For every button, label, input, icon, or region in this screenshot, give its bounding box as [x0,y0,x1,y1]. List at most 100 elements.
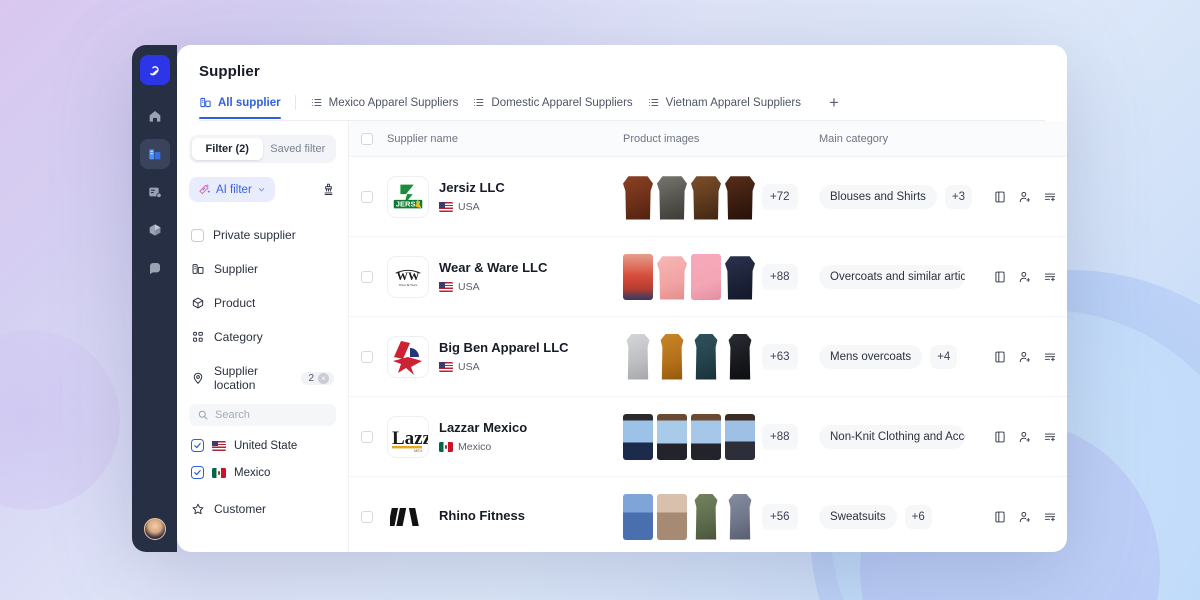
product-thumbnail[interactable] [691,254,721,300]
panel-icon[interactable] [993,350,1007,364]
tab-all-supplier[interactable]: All supplier [199,96,295,118]
panel-icon[interactable] [993,270,1007,284]
product-images-more[interactable]: +56 [762,504,798,530]
app-window: Supplier All supplier [132,45,1067,552]
sidebar-item-messages[interactable] [140,253,170,283]
table-row[interactable]: Rhino Fitness +56 Sweatsuits +6 [349,477,1067,552]
product-thumbnail[interactable] [725,254,755,300]
product-thumbnail[interactable] [691,334,721,380]
ai-filter-button[interactable]: AI filter [189,177,275,202]
product-images-more[interactable]: +88 [762,264,798,290]
row-checkbox[interactable] [361,191,373,203]
location-option-united-state[interactable]: United State [189,432,336,459]
add-person-icon[interactable] [1018,510,1032,524]
add-person-icon[interactable] [1018,430,1032,444]
sidebar-item-home[interactable] [140,101,170,131]
product-thumbnail[interactable] [691,494,721,540]
location-count-badge: 2 × [301,372,334,385]
building-icon [191,262,205,276]
checkbox-checked[interactable] [191,439,204,452]
filter-item-private-supplier[interactable]: Private supplier [189,218,336,252]
table-row[interactable]: WW Wear & Ware Wear & Ware LLC USA [349,237,1067,317]
table-row[interactable]: Lazz MEX Lazzar Mexico Mexico [349,397,1067,477]
list-lines-icon[interactable] [1043,430,1057,444]
add-tab-button[interactable]: + [815,94,839,120]
avatar[interactable] [144,518,166,540]
panel-icon[interactable] [993,190,1007,204]
location-option-mexico[interactable]: Mexico [189,459,336,486]
sidebar-item-supplier[interactable] [140,139,170,169]
list-icon [310,96,323,109]
category-chip[interactable]: Sweatsuits [819,505,897,529]
product-thumbnail[interactable] [691,414,721,460]
tab-divider [295,95,296,110]
row-checkbox[interactable] [361,511,373,523]
column-header-main-category[interactable]: Main category [819,133,979,145]
panel-icon[interactable] [993,510,1007,524]
tab-vietnam-apparel-suppliers[interactable]: Vietnam Apparel Suppliers [647,96,815,118]
product-thumbnail[interactable] [725,174,755,220]
product-thumbnail[interactable] [657,334,687,380]
add-person-icon[interactable] [1018,350,1032,364]
product-thumbnail[interactable] [657,414,687,460]
filter-item-customer[interactable]: Customer [189,492,336,526]
list-lines-icon[interactable] [1043,510,1057,524]
category-chip[interactable]: Blouses and Shirts [819,185,937,209]
add-person-icon[interactable] [1018,270,1032,284]
product-thumbnail[interactable] [725,494,755,540]
product-thumbnail[interactable] [623,334,653,380]
product-images-more[interactable]: +72 [762,184,798,210]
row-checkbox[interactable] [361,271,373,283]
filter-item-category[interactable]: Category [189,320,336,354]
row-checkbox[interactable] [361,351,373,363]
location-option-label: Mexico [234,467,270,479]
add-person-icon[interactable] [1018,190,1032,204]
tab-domestic-apparel-suppliers[interactable]: Domestic Apparel Suppliers [472,96,646,118]
product-thumbnail[interactable] [623,494,653,540]
product-thumbnail[interactable] [691,174,721,220]
link-logo-icon[interactable] [140,55,170,85]
private-supplier-checkbox[interactable] [191,229,204,242]
category-more[interactable]: +3 [945,185,972,209]
category-more[interactable]: +4 [930,345,957,369]
list-lines-icon[interactable] [1043,190,1057,204]
category-chip[interactable]: Non-Knit Clothing and Accessories [819,425,965,449]
product-thumbnail[interactable] [657,494,687,540]
product-thumbnail[interactable] [725,334,755,380]
saved-filter-tab[interactable]: Saved filter [263,138,334,160]
sidebar-item-orders[interactable] [140,177,170,207]
list-lines-icon[interactable] [1043,350,1057,364]
product-thumbnail[interactable] [623,254,653,300]
filter-item-supplier-location[interactable]: Supplier location 2 × [189,354,336,402]
product-thumbnail[interactable] [657,174,687,220]
select-all-checkbox[interactable] [361,133,373,145]
location-search[interactable] [189,404,336,426]
list-lines-icon[interactable] [1043,270,1057,284]
table-row[interactable]: JERSZ Jersiz LLC USA [349,157,1067,237]
product-images-cell: +88 [623,414,819,460]
column-header-supplier-name[interactable]: Supplier name [387,133,623,145]
clear-location-icon[interactable]: × [318,373,329,384]
filter-tab[interactable]: Filter (2) [192,138,263,160]
category-chip[interactable]: Overcoats and similar articles [819,265,965,289]
product-images-more[interactable]: +63 [762,344,798,370]
panel-icon[interactable] [993,430,1007,444]
category-more[interactable]: +6 [905,505,932,529]
product-thumbnail[interactable] [623,414,653,460]
sidebar-item-product[interactable] [140,215,170,245]
column-header-product-images[interactable]: Product images [623,133,819,145]
clear-brush-icon[interactable] [321,182,336,197]
product-images-more[interactable]: +88 [762,424,798,450]
filter-item-product[interactable]: Product [189,286,336,320]
filter-item-supplier[interactable]: Supplier [189,252,336,286]
product-thumbnail[interactable] [623,174,653,220]
product-thumbnail[interactable] [657,254,687,300]
table-row[interactable]: Big Ben Apparel LLC USA [349,317,1067,397]
category-chip[interactable]: Mens overcoats [819,345,922,369]
location-search-input[interactable] [215,409,328,421]
row-checkbox[interactable] [361,431,373,443]
product-images-cell: +56 [623,494,819,540]
tab-mexico-apparel-suppliers[interactable]: Mexico Apparel Suppliers [310,96,473,118]
product-thumbnail[interactable] [725,414,755,460]
checkbox-checked[interactable] [191,466,204,479]
